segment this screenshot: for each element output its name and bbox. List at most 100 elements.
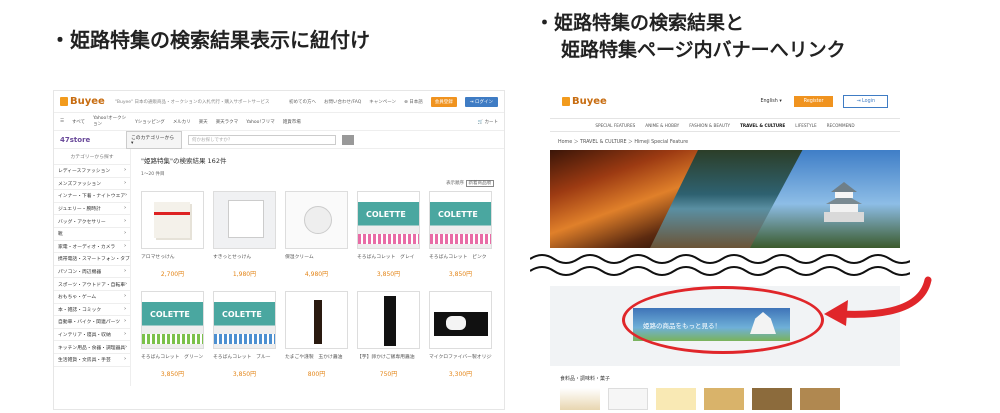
buyee-logo-right[interactable]: Buyee [562,96,607,107]
globe-icon: ⊕ [404,99,408,105]
nav-rakuten[interactable]: 楽天 [199,119,208,125]
sidebar-category[interactable]: ジュエリー・腕時計 › [54,203,130,216]
product-thumb[interactable] [608,388,648,410]
product-name[interactable]: 【芋】卵かけご飯専用醤油 [357,353,420,360]
nav-yahoo-auction[interactable]: Yahoo!オークション [93,116,127,128]
product-price: 3,300円 [448,371,473,378]
product-card[interactable]: そろばんコレット ピンク 3,850円 [429,191,492,286]
feature-nav-item[interactable]: TRAVEL & CULTURE [740,123,785,128]
nav-rakuma[interactable]: 楽天ラクマ [216,119,239,125]
product-name[interactable]: そろばんコレット グレイ [357,253,420,260]
sidebar-header: カテゴリーから探す [54,149,130,165]
product-card[interactable]: そろばんコレット ブルー 3,850円 [213,291,276,386]
category-sidebar: カテゴリーから探す レディースファッション › メンズファッション › インナー・下着・… [54,149,131,386]
product-name[interactable]: たまごや謹製 玉かけ醤油 [285,353,348,360]
product-card[interactable]: そろばんコレット グレイ 3,850円 [357,191,420,286]
sidebar-category[interactable]: 靴 › [54,228,130,241]
register-button-right[interactable]: Register [793,95,834,107]
sidebar-category[interactable]: キッチン用品・食器・調理器具 › [54,341,130,354]
product-name[interactable]: すきっとせっけん [213,253,276,260]
chevron-right-icon: › [124,319,126,325]
heading-left: ・姫路特集の検索結果表示に紐付け [50,28,370,52]
product-image[interactable] [357,191,420,249]
nav-zakka[interactable]: 雑貨市場 [283,119,301,125]
product-image[interactable] [429,191,492,249]
sidebar-category[interactable]: 本・雑誌・コミック › [54,304,130,317]
product-image[interactable] [141,291,204,349]
sidebar-category[interactable]: おもちゃ・ゲーム › [54,291,130,304]
feature-nav-item[interactable]: RECOMMEND [827,123,855,128]
feature-nav-item[interactable]: LIFESTYLE [795,123,816,128]
chevron-right-icon: › [124,180,126,186]
sidebar-category[interactable]: 携帯電話・スマートフォン・タブレット› [54,253,130,266]
product-image[interactable] [357,291,420,349]
product-thumb[interactable] [656,388,696,410]
product-thumb[interactable] [800,388,840,410]
sidebar-category[interactable]: 家電・オーディオ・カメラ › [54,241,130,254]
sidebar-category[interactable]: メンズファッション › [54,178,130,191]
product-name[interactable]: そろばんコレット ピンク [429,253,492,260]
product-image[interactable] [141,191,204,249]
nav-yahoo-flea[interactable]: Yahoo!フリマ [246,119,275,125]
feature-nav-item[interactable]: ANIME & HOBBY [645,123,679,128]
cart-button[interactable]: 🛒 カート [477,119,498,125]
sidebar-category[interactable]: インテリア・寝具・収納 › [54,329,130,342]
product-name[interactable]: そろばんコレット ブルー [213,353,276,360]
product-thumb[interactable] [560,388,600,410]
chevron-right-icon: › [124,168,126,174]
feature-header: Buyee English ▾ Register ⇥ Login [550,90,900,112]
product-image[interactable] [285,191,348,249]
login-button[interactable]: ⇥ ログイン [464,96,498,107]
feature-nav-item[interactable]: SPECIAL FEATURES [595,123,635,128]
product-name[interactable]: 保湿クリーム [285,253,348,260]
product-name[interactable]: アロマせっけん [141,253,204,260]
search-button[interactable] [342,134,354,145]
product-name[interactable]: そろばんコレット グリーン [141,353,204,360]
menu-icon[interactable]: ☰ [60,119,64,124]
product-card[interactable]: マイクロファイバー製オリジナルゴルフグローブ 3,300円 [429,291,492,386]
product-name[interactable]: マイクロファイバー製オリジナルゴルフグローブ [429,353,492,360]
nav-yshopping[interactable]: Yショッピング [135,119,165,125]
sort-control: 表示順序 新着商品順 [141,180,500,187]
link-campaign[interactable]: キャンペーン [369,99,396,105]
language-select-right[interactable]: English ▾ [760,99,781,104]
sidebar-category[interactable]: インナー・下着・ナイトウエア › [54,190,130,203]
product-image[interactable] [213,191,276,249]
product-price: 750円 [379,371,398,378]
sidebar-category[interactable]: バッグ・アクセサリー › [54,215,130,228]
product-image[interactable] [285,291,348,349]
sidebar-category[interactable]: レディースファッション › [54,165,130,178]
product-card[interactable]: すきっとせっけん 1,980円 [213,191,276,286]
product-card[interactable]: 【芋】卵かけご飯専用醤油 750円 [357,291,420,386]
login-icon: ⇥ [856,98,861,104]
register-button[interactable]: 会員登録 [430,96,457,107]
bag-icon [60,97,68,106]
search-input[interactable]: 何かお探しですか？ [188,134,336,145]
feature-nav-item[interactable]: FASHION & BEAUTY [689,123,730,128]
heading-right-line2: 姫路特集ページ内バナーへリンク [561,39,846,61]
product-image[interactable] [429,291,492,349]
sidebar-category[interactable]: スポーツ・アウトドア・自転車 › [54,278,130,291]
login-button-right[interactable]: ⇥ Login [843,94,888,108]
language-select[interactable]: ⊕ 日本語 [404,99,423,105]
nav-mercari[interactable]: メルカリ [173,119,191,125]
store-logo[interactable]: 47store [60,136,120,144]
link-beginners[interactable]: 初めての方へ [289,99,316,105]
sort-select[interactable]: 新着商品順 [465,180,494,187]
sidebar-category[interactable]: 自動車・バイク・関連パーツ › [54,316,130,329]
category-select[interactable]: このカテゴリーから ▾ [126,130,182,149]
chevron-right-icon: › [124,218,126,224]
buyee-logo[interactable]: Buyee [60,96,105,107]
product-image[interactable] [213,291,276,349]
nav-all[interactable]: すべて [72,119,85,125]
chevron-right-icon: › [125,281,127,287]
link-faq[interactable]: お問い合わせ/FAQ [324,99,361,105]
product-card[interactable]: 保湿クリーム 4,980円 [285,191,348,286]
sidebar-category[interactable]: パソコン・周辺機器 › [54,266,130,279]
product-card[interactable]: そろばんコレット グリーン 3,850円 [141,291,204,386]
product-card[interactable]: アロマせっけん 2,700円 [141,191,204,286]
sidebar-category[interactable]: 生活雑貨・文房具・手芸 › [54,354,130,367]
product-thumb[interactable] [752,388,792,410]
product-thumb[interactable] [704,388,744,410]
product-card[interactable]: たまごや謹製 玉かけ醤油 800円 [285,291,348,386]
